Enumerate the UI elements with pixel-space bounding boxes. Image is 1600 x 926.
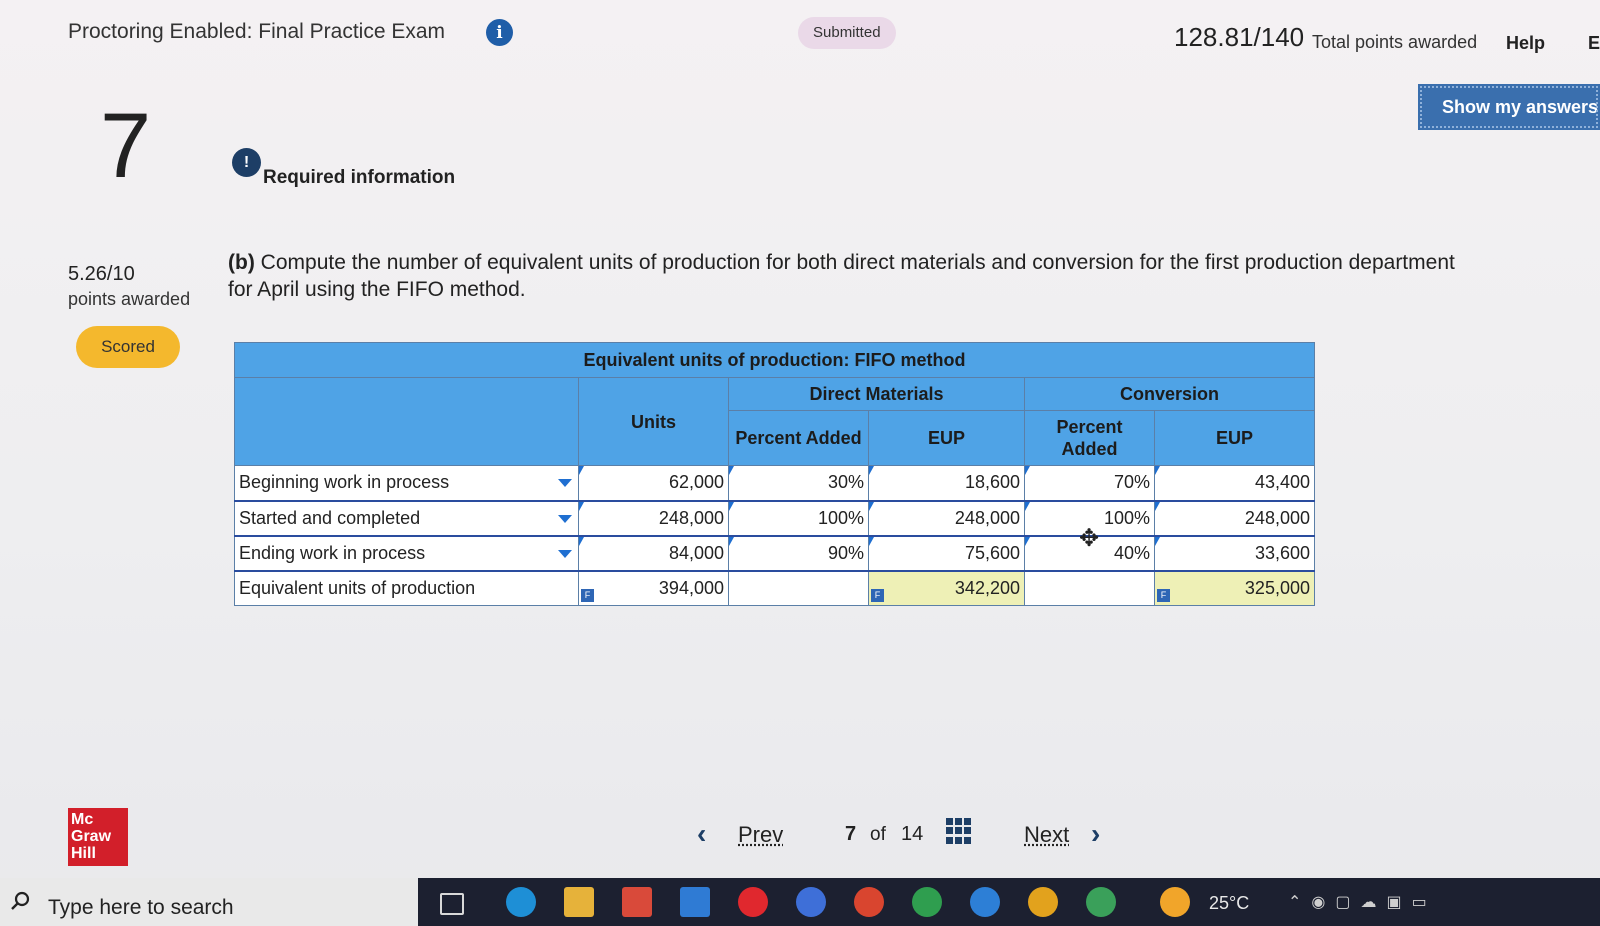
- status-badge: Submitted: [798, 17, 896, 49]
- chrome-browser-icon[interactable]: [1086, 887, 1116, 917]
- row-label-dropdown[interactable]: Ending work in process: [234, 535, 579, 572]
- empty-cell: [728, 570, 869, 606]
- row-label-dropdown[interactable]: Started and completed: [234, 500, 579, 537]
- chevron-right-icon[interactable]: ›: [1091, 818, 1100, 850]
- cv-percent-input[interactable]: 70%: [1024, 465, 1155, 502]
- empty-cell: [1024, 570, 1155, 606]
- question-line-2: for April using the FIFO method.: [228, 278, 526, 301]
- chrome-browser-icon[interactable]: [912, 887, 942, 917]
- search-icon: [11, 891, 30, 910]
- total-row: Equivalent units of production F 394,000 …: [234, 570, 1315, 606]
- mcgraw-hill-logo: Mc Graw Hill: [68, 808, 128, 866]
- table-title: Equivalent units of production: FIFO met…: [234, 342, 1315, 378]
- cv-percent-header: Percent Added: [1024, 410, 1155, 466]
- formula-flag-icon: F: [581, 589, 594, 602]
- row-label-dropdown[interactable]: Beginning work in process: [234, 465, 579, 502]
- total-dm-eup-value: 342,200: [954, 577, 1020, 598]
- system-tray-icons[interactable]: ⌃◉▢☁▣▭: [1288, 892, 1437, 912]
- question-part: (b): [228, 251, 255, 274]
- page-of: of: [870, 824, 886, 845]
- points-awarded-value: 5.26/10: [68, 263, 135, 285]
- dm-eup-header: EUP: [868, 410, 1025, 466]
- dm-percent-input[interactable]: 100%: [728, 500, 869, 537]
- show-my-answers-button[interactable]: Show my answers: [1418, 84, 1600, 130]
- chevron-left-icon[interactable]: ‹: [697, 818, 706, 850]
- total-units: F 394,000: [578, 570, 729, 606]
- dm-eup-input[interactable]: 248,000: [868, 500, 1025, 537]
- points-awarded-label: points awarded: [68, 289, 191, 309]
- edge-browser-icon[interactable]: [506, 887, 536, 917]
- chevron-down-icon[interactable]: [558, 549, 572, 558]
- exit-link[interactable]: E: [1588, 33, 1600, 54]
- total-cv-eup-value: 325,000: [1244, 577, 1310, 598]
- units-input[interactable]: 62,000: [578, 465, 729, 502]
- question-text: (b) Compute the number of equivalent uni…: [228, 249, 1600, 303]
- table-row: Started and completed 248,000 100% 248,0…: [234, 500, 1315, 537]
- units-header: Units: [578, 377, 729, 466]
- weather-icon[interactable]: [1160, 887, 1190, 917]
- total-label: Equivalent units of production: [234, 570, 579, 606]
- chrome-browser-icon[interactable]: [854, 887, 884, 917]
- dm-percent-input[interactable]: 30%: [728, 465, 869, 502]
- formula-flag-icon: F: [1157, 589, 1170, 602]
- search-placeholder: Type here to search: [48, 896, 234, 919]
- question-line-1: Compute the number of equivalent units o…: [260, 251, 1455, 274]
- alert-icon: !: [232, 148, 261, 177]
- next-button[interactable]: Next: [1024, 822, 1069, 848]
- row-label: Ending work in process: [239, 542, 426, 563]
- logo-line: Mc: [71, 811, 94, 828]
- total-dm-eup: F 342,200: [868, 570, 1025, 606]
- opera-browser-icon[interactable]: [738, 887, 768, 917]
- mail-icon[interactable]: [680, 887, 710, 917]
- file-explorer-icon[interactable]: [564, 887, 594, 917]
- help-link[interactable]: Help: [1506, 33, 1545, 54]
- question-grid-icon[interactable]: [946, 818, 972, 844]
- eup-table: Equivalent units of production: FIFO met…: [234, 342, 1315, 606]
- dm-percent-header: Percent Added: [728, 410, 869, 466]
- store-icon[interactable]: [622, 887, 652, 917]
- dm-eup-input[interactable]: 75,600: [868, 535, 1025, 572]
- chrome-browser-icon[interactable]: [1028, 887, 1058, 917]
- move-cursor-icon: ✥: [1079, 525, 1100, 552]
- required-information[interactable]: Required information: [263, 167, 455, 189]
- conversion-header: Conversion: [1024, 377, 1315, 411]
- cv-eup-input[interactable]: 33,600: [1154, 535, 1315, 572]
- page-total: 14: [901, 823, 924, 845]
- weather-temperature[interactable]: 25°C: [1209, 893, 1249, 914]
- prev-button[interactable]: Prev: [738, 822, 783, 848]
- direct-materials-header: Direct Materials: [728, 377, 1025, 411]
- logo-line: Hill: [71, 845, 96, 862]
- chrome-browser-icon[interactable]: [970, 887, 1000, 917]
- units-input[interactable]: 84,000: [578, 535, 729, 572]
- total-score: 128.81/140: [1174, 22, 1305, 52]
- formula-flag-icon: F: [871, 589, 884, 602]
- dm-eup-input[interactable]: 18,600: [868, 465, 1025, 502]
- dm-percent-input[interactable]: 90%: [728, 535, 869, 572]
- scored-badge: Scored: [76, 326, 180, 368]
- total-cv-eup: F 325,000: [1154, 570, 1315, 606]
- row-label: Beginning work in process: [239, 472, 450, 493]
- task-view-icon[interactable]: [440, 893, 464, 915]
- row-label: Started and completed: [239, 507, 421, 528]
- table-row: Beginning work in process 62,000 30% 18,…: [234, 465, 1315, 502]
- cv-eup-input[interactable]: 43,400: [1154, 465, 1315, 502]
- app-icon[interactable]: [796, 887, 826, 917]
- page-current: 7: [845, 823, 857, 845]
- label-header: [234, 377, 579, 466]
- total-units-value: 394,000: [658, 577, 724, 598]
- question-number: 7: [100, 95, 152, 197]
- table-row: Ending work in process 84,000 90% 75,600…: [234, 535, 1315, 572]
- logo-line: Graw: [71, 828, 112, 845]
- cv-eup-header: EUP: [1154, 410, 1315, 466]
- units-input[interactable]: 248,000: [578, 500, 729, 537]
- exam-title: Proctoring Enabled: Final Practice Exam: [68, 20, 446, 43]
- info-icon[interactable]: i: [486, 19, 513, 46]
- chevron-down-icon[interactable]: [558, 514, 572, 523]
- total-score-label: Total points awarded: [1312, 32, 1478, 52]
- chevron-down-icon[interactable]: [558, 479, 572, 487]
- cv-eup-input[interactable]: 248,000: [1154, 500, 1315, 537]
